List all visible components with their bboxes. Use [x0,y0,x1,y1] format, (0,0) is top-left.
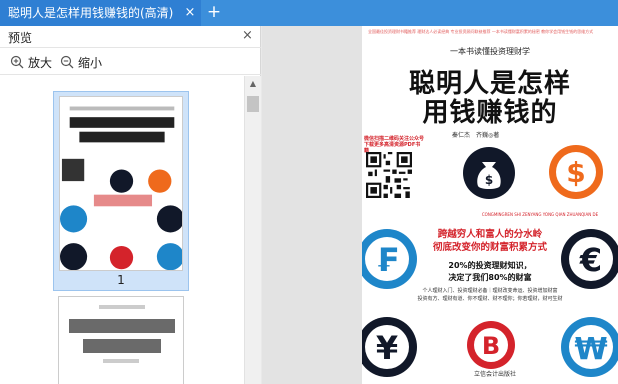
cover-tagline-1: 跨越穷人和富人的分水岭 [437,229,543,240]
thumbnail-image [59,96,183,271]
scrollbar-thumb[interactable] [247,96,259,112]
zoom-in-button[interactable]: 放大 [10,53,52,71]
svg-text:₩: ₩ [574,332,607,367]
bitcoin-coin-icon: B [467,321,515,369]
cover-small-text-b: 投资有方、理财有道、你不理财、财不理你；你若理财，财可生财 [417,296,563,302]
money-bag-coin-icon: $ [463,147,515,199]
qr-code-icon [366,152,412,198]
book-cover-page: 全国最佳投资理财书籍推荐 理财达人必读经典 专业投资顾问联袂推荐 一本书读懂财富… [362,26,618,384]
thumbnail-list: 1 [0,76,244,384]
document-tab[interactable]: 聪明人是怎样用钱赚钱的(高清) × [0,0,201,26]
cover-authors: 秦仁杰 齐巍◎著 [452,132,500,139]
svg-text:$: $ [485,173,493,187]
cover-fine-print: 全国最佳投资理财书籍推荐 理财达人必读经典 专业投资顾问联袂推荐 一本书读懂财富… [368,29,594,34]
cover-pinyin: CONGMINGREN SHI ZENYANG YONG QIAN ZHUANQ… [481,212,599,217]
tab-bar: 聪明人是怎样用钱赚钱的(高清) × + [0,0,618,26]
cover-subtitle: 一本书读懂投资理财学 [450,47,530,56]
scroll-up-icon[interactable]: ▲ [245,76,261,92]
yen-coin-icon: ¥ [362,317,417,377]
svg-text:B: B [482,332,500,360]
zoom-in-icon [10,55,24,69]
document-viewer[interactable]: 全国最佳投资理财书籍推荐 理财达人必读经典 专业投资顾问联袂推荐 一本书读懂财富… [262,26,618,384]
zoom-out-button[interactable]: 缩小 [60,53,102,71]
cover-small-text-a: 个人理财入门、投资理财必备｜理财改变命运、投资增加财富 [422,288,558,294]
preview-sidebar: 预览 × 放大 缩小 1 ▲ [0,26,261,384]
sidebar-close-icon[interactable]: × [242,28,253,43]
cover-tagline-2: 彻底改变你的财富积累方式 [432,242,547,253]
cover-line-1: 20%的投资理财知识， [448,261,532,270]
sidebar-title: 预览 [8,31,33,45]
svg-text:¥: ¥ [376,329,398,367]
svg-text:$: $ [566,156,585,189]
zoom-in-label: 放大 [28,55,53,70]
sidebar-header: 预览 × [0,26,261,48]
cover-thumbnail-icon [60,97,182,270]
won-coin-icon: ₩ [561,317,618,377]
zoom-toolbar: 放大 缩小 [0,49,261,75]
cover-publisher: 立信会计出版社 [474,371,517,378]
zoom-out-label: 缩小 [78,55,103,70]
tab-title: 聪明人是怎样用钱赚钱的(高清) [8,6,174,20]
dollar-coin-icon: $ [549,145,603,199]
page-2-thumbnail-icon [59,297,183,384]
thumbnail-page-2[interactable] [58,296,184,384]
zoom-out-icon [60,55,74,69]
sidebar-scrollbar[interactable]: ▲ [244,76,261,384]
cover-line-2: 决定了我们80%的财富 [448,273,532,282]
page-number: 1 [117,273,125,287]
cover-title-line2: 用钱赚钱的 [422,98,558,128]
thumbnail-page-1[interactable]: 1 [53,91,189,291]
tab-close-icon[interactable]: × [182,0,198,26]
new-tab-icon[interactable]: + [204,0,224,26]
